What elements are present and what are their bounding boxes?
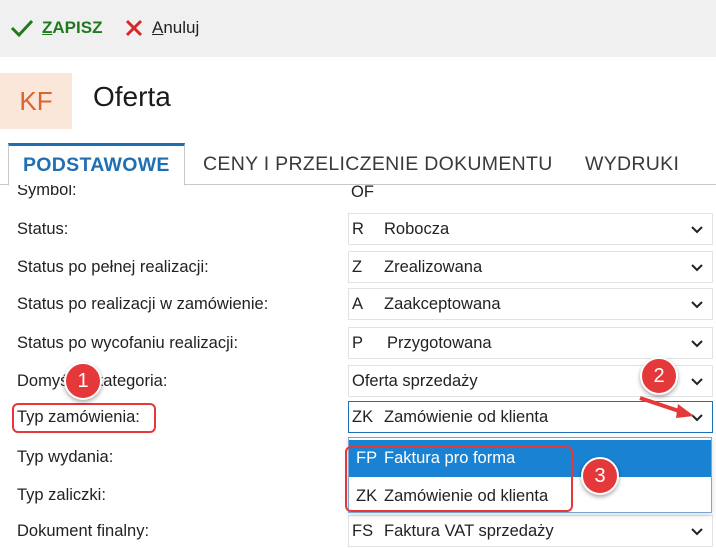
annotation-marker-1: 1	[64, 362, 102, 400]
annotation-marker-2: 2	[640, 357, 678, 395]
annotation-marker-3: 3	[581, 457, 619, 495]
